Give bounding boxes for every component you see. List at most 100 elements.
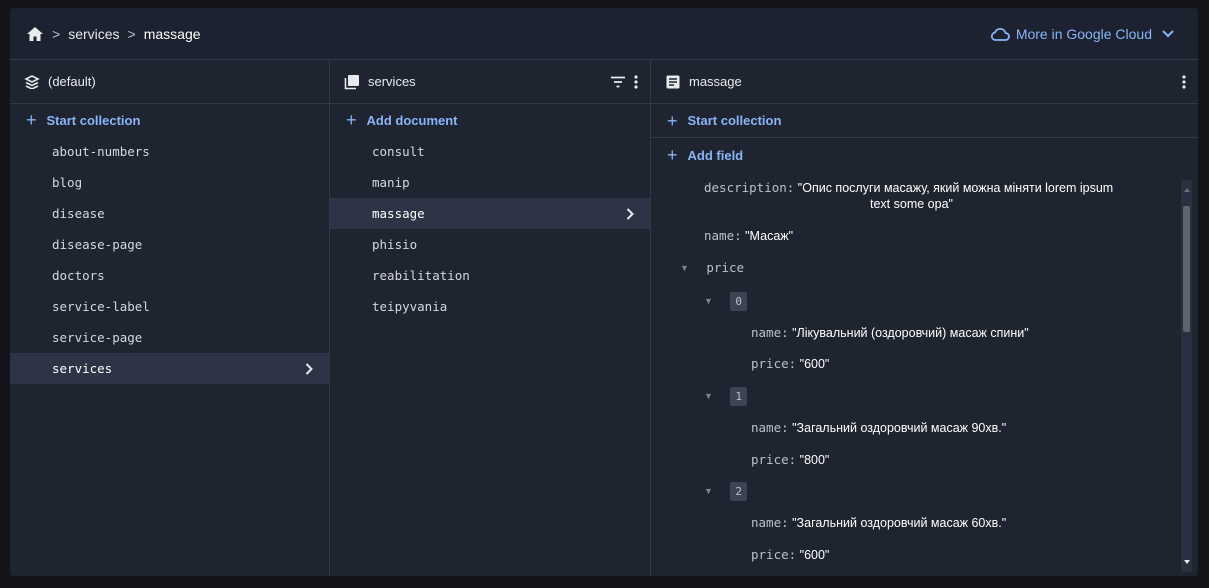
breadcrumb-bar: > services > massage More in Google Clou… — [10, 8, 1198, 60]
scroll-up-arrow-icon[interactable] — [1184, 188, 1190, 192]
field-value: "Загальний оздоровчий масаж 90хв." — [792, 421, 1007, 435]
collection-item-service-page[interactable]: service-page — [10, 322, 329, 353]
scroll-down-arrow-icon[interactable] — [1184, 560, 1190, 564]
price-item-0-price[interactable]: price: "600" — [751, 355, 829, 373]
field-description-continued: text some opa" — [870, 196, 953, 213]
collection-item-blog[interactable]: blog — [10, 167, 329, 198]
field-description[interactable]: description: "Опис послуги масажу, який … — [704, 179, 1164, 197]
filter-icon[interactable] — [610, 76, 626, 88]
start-collection-label: Start collection — [46, 112, 141, 128]
document-item-phisio[interactable]: phisio — [330, 229, 650, 260]
field-value: "Лікувальний (оздоровчий) масаж спини" — [792, 326, 1029, 340]
array-index-badge: 0 — [730, 292, 748, 311]
collapse-triangle-icon[interactable]: ▼ — [704, 483, 713, 500]
plus-icon: + — [667, 110, 678, 131]
collection-item-label: disease-page — [52, 237, 143, 252]
start-collection-button[interactable]: + Start collection — [10, 104, 329, 136]
document-item-consult[interactable]: consult — [330, 136, 650, 167]
home-icon[interactable] — [26, 25, 44, 43]
document-item-label: reabilitation — [372, 268, 470, 283]
cloud-icon — [990, 27, 1010, 41]
start-subcollection-button[interactable]: + Start collection — [651, 104, 1198, 138]
price-array-item-1[interactable]: ▼ 1 — [704, 387, 748, 406]
field-key: name: — [751, 325, 789, 340]
documents-panel-title: services — [368, 74, 416, 89]
collection-item-label: disease — [52, 206, 105, 221]
field-value: "600" — [799, 548, 830, 562]
more-in-google-cloud-button[interactable]: More in Google Cloud — [990, 8, 1174, 60]
collection-item-label: blog — [52, 175, 83, 190]
collection-item-disease[interactable]: disease — [10, 198, 329, 229]
chevron-right-icon: > — [52, 25, 61, 42]
more-in-google-cloud-label: More in Google Cloud — [1015, 26, 1152, 42]
field-name[interactable]: name: "Масаж" — [704, 227, 793, 245]
collapse-triangle-icon[interactable]: ▼ — [704, 388, 713, 405]
document-field-tree: description: "Опис послуги масажу, який … — [651, 172, 1198, 576]
document-item-label: manip — [372, 175, 410, 190]
document-item-teipyvania[interactable]: teipyvania — [330, 291, 650, 322]
document-panel-header: massage — [651, 60, 1198, 104]
price-array-item-0[interactable]: ▼ 0 — [704, 292, 748, 311]
collection-item-doctors[interactable]: doctors — [10, 260, 329, 291]
price-item-0-name[interactable]: name: "Лікувальний (оздоровчий) масаж сп… — [751, 324, 1029, 342]
chevron-down-icon — [1162, 30, 1174, 38]
field-key: price: — [751, 356, 797, 371]
plus-icon: + — [26, 110, 37, 130]
document-item-massage[interactable]: massage — [330, 198, 650, 229]
plus-icon: + — [346, 110, 357, 130]
add-field-button[interactable]: + Add field — [651, 138, 1198, 172]
add-document-button[interactable]: + Add document — [330, 104, 650, 136]
field-key: name: — [751, 515, 789, 530]
collection-item-label: about-numbers — [52, 144, 150, 159]
document-item-manip[interactable]: manip — [330, 167, 650, 198]
field-scrollbar[interactable] — [1181, 180, 1192, 572]
document-panel-actions — [1182, 60, 1186, 104]
document-item-label: teipyvania — [372, 299, 448, 314]
firestore-viewer: > services > massage More in Google Clou… — [10, 8, 1198, 576]
plus-icon: + — [667, 145, 678, 165]
field-key: price: — [751, 452, 797, 467]
field-key: price: — [751, 547, 797, 562]
collection-item-services[interactable]: services — [10, 353, 329, 384]
more-vert-icon[interactable] — [1182, 75, 1186, 89]
price-item-2-name[interactable]: name: "Загальний оздоровчий масаж 60хв." — [751, 514, 1006, 532]
collection-item-label: doctors — [52, 268, 105, 283]
root-collections-panel: (default) + Start collection about-numbe… — [10, 60, 330, 576]
chevron-right-icon — [305, 353, 313, 384]
price-item-2-price[interactable]: price: "600" — [751, 546, 829, 564]
document-list: consult manip massage phisio reabilitati… — [330, 136, 650, 322]
breadcrumb-item-services[interactable]: services — [68, 26, 119, 42]
documents-panel: services + Add document consult manip ma… — [330, 60, 651, 576]
document-item-reabilitation[interactable]: reabilitation — [330, 260, 650, 291]
collection-item-service-label[interactable]: service-label — [10, 291, 329, 322]
field-value: "Опис послуги масажу, який можна міняти … — [797, 181, 1114, 195]
breadcrumb-item-massage[interactable]: massage — [144, 26, 201, 42]
document-item-label: massage — [372, 206, 425, 221]
more-vert-icon[interactable] — [634, 75, 638, 89]
collection-item-about-numbers[interactable]: about-numbers — [10, 136, 329, 167]
price-item-1-name[interactable]: name: "Загальний оздоровчий масаж 90хв." — [751, 419, 1006, 437]
price-array-item-2[interactable]: ▼ 2 — [704, 482, 748, 501]
chevron-right-icon — [626, 198, 634, 229]
document-item-label: consult — [372, 144, 425, 159]
chevron-right-icon: > — [127, 25, 136, 42]
documents-panel-header: services — [330, 60, 650, 104]
document-icon — [665, 74, 681, 90]
field-value: "600" — [799, 357, 830, 371]
field-key: description: — [704, 180, 795, 195]
scrollbar-thumb[interactable] — [1183, 206, 1190, 332]
collection-item-label: service-page — [52, 330, 143, 345]
documents-panel-actions — [610, 60, 638, 104]
collapse-triangle-icon[interactable]: ▼ — [704, 293, 713, 310]
field-price[interactable]: ▼ price — [680, 259, 744, 277]
price-item-1-price[interactable]: price: "800" — [751, 451, 829, 469]
add-document-label: Add document — [366, 112, 458, 128]
database-icon — [24, 74, 40, 90]
add-field-label: Add field — [687, 147, 744, 163]
collection-item-disease-page[interactable]: disease-page — [10, 229, 329, 260]
field-key: price — [706, 260, 745, 275]
field-value: "800" — [799, 453, 830, 467]
field-key: name: — [751, 420, 789, 435]
collapse-triangle-icon[interactable]: ▼ — [680, 260, 689, 277]
array-index-badge: 2 — [730, 482, 748, 501]
